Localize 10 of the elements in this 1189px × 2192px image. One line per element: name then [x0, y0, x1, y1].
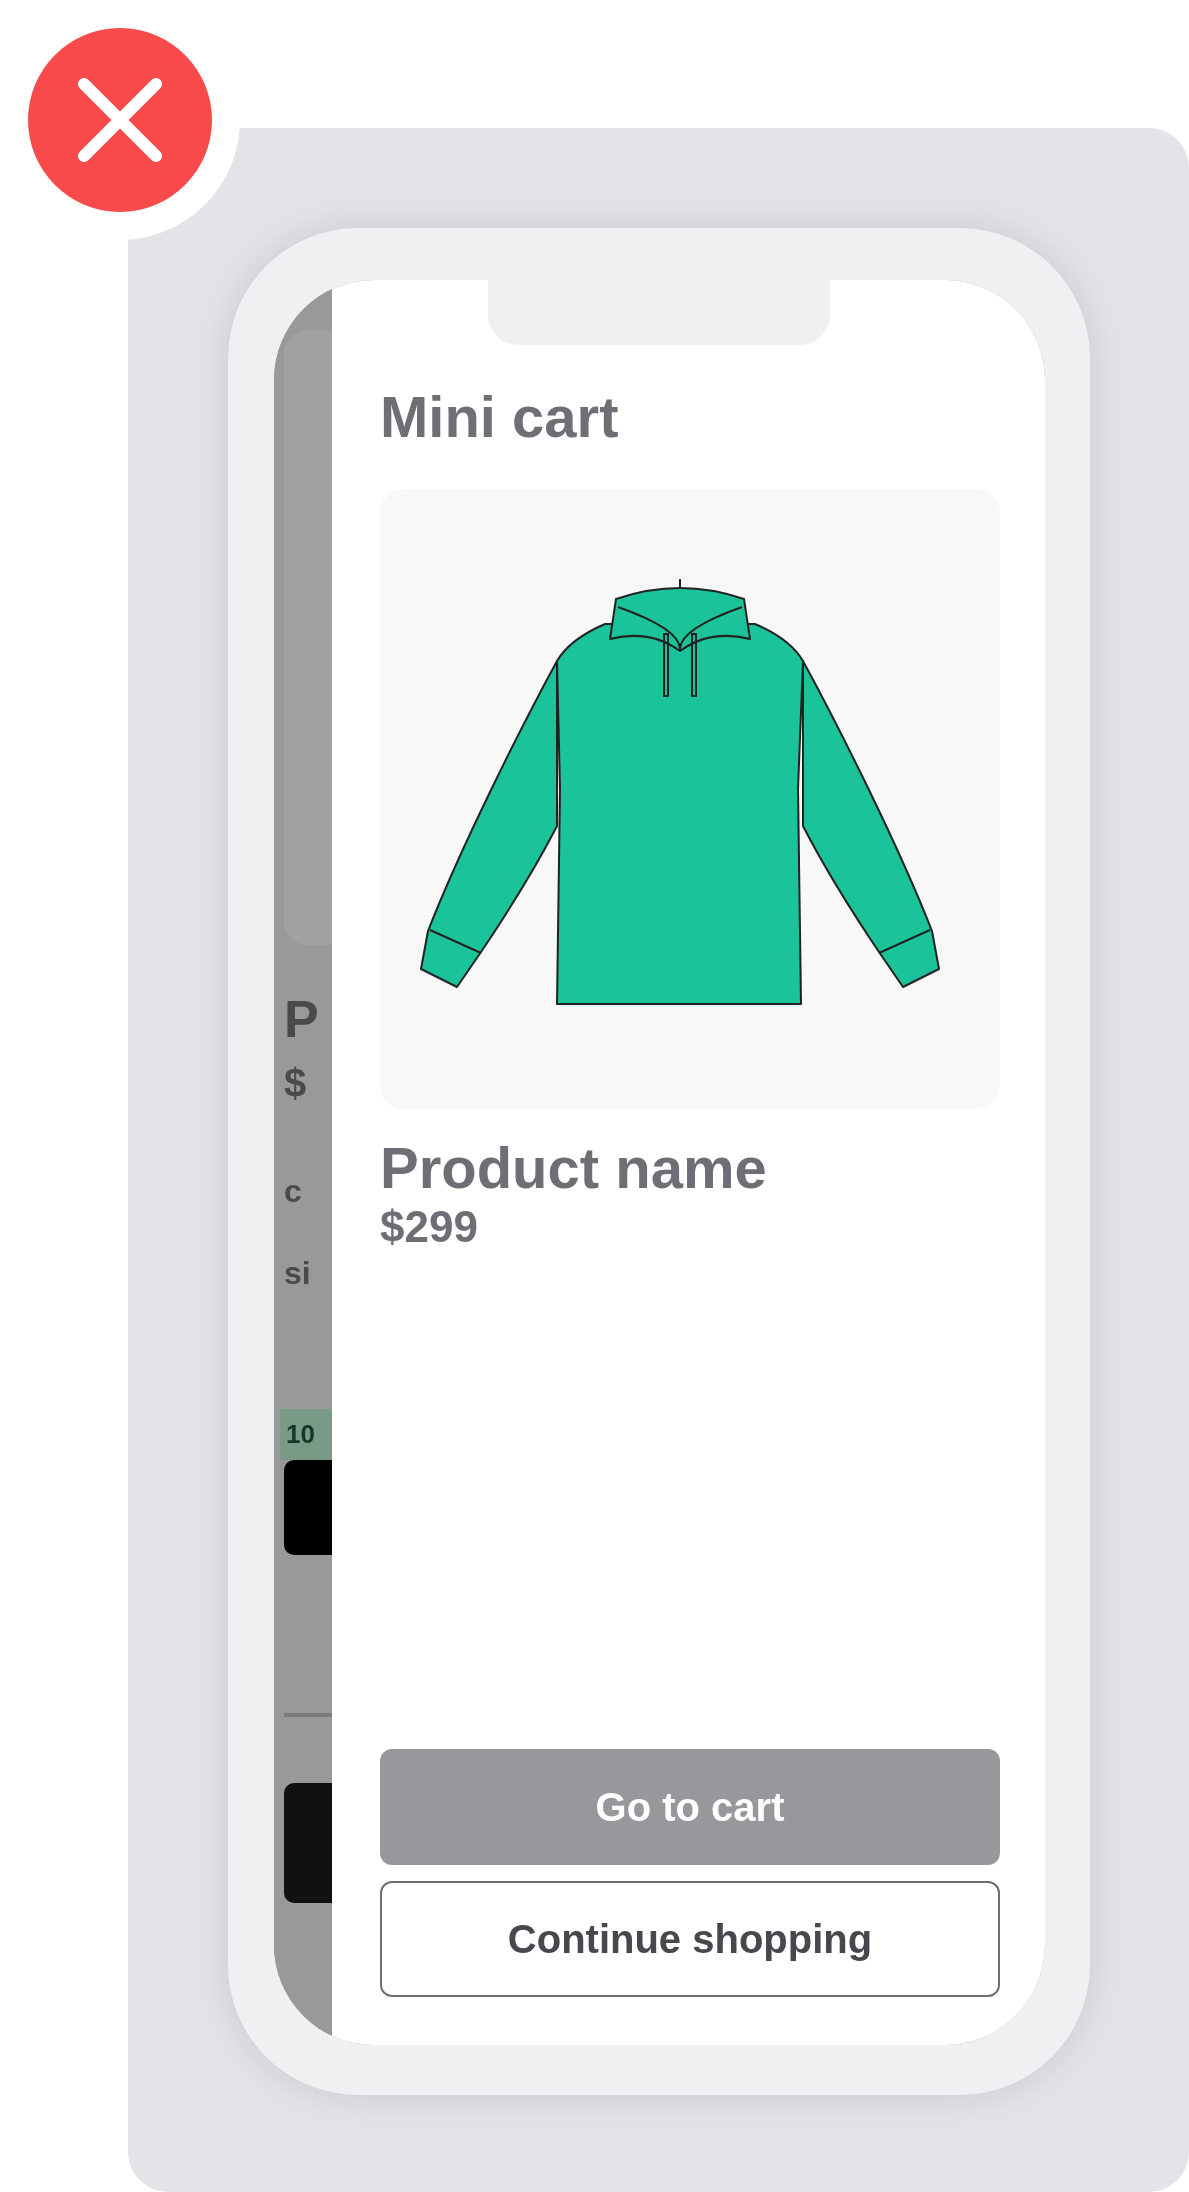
continue-shopping-button[interactable]: Continue shopping: [380, 1881, 1000, 1997]
product-name: Product name: [380, 1134, 768, 1202]
product-price: $299: [380, 1201, 479, 1254]
close-icon: [78, 78, 162, 162]
drawer-title: Mini cart: [380, 385, 620, 449]
discount-badge: 10: [280, 1409, 332, 1460]
option-label: c: [284, 1175, 303, 1207]
page-price: $: [284, 1063, 308, 1103]
page-title: P: [284, 993, 320, 1045]
option-label: si: [284, 1257, 312, 1289]
